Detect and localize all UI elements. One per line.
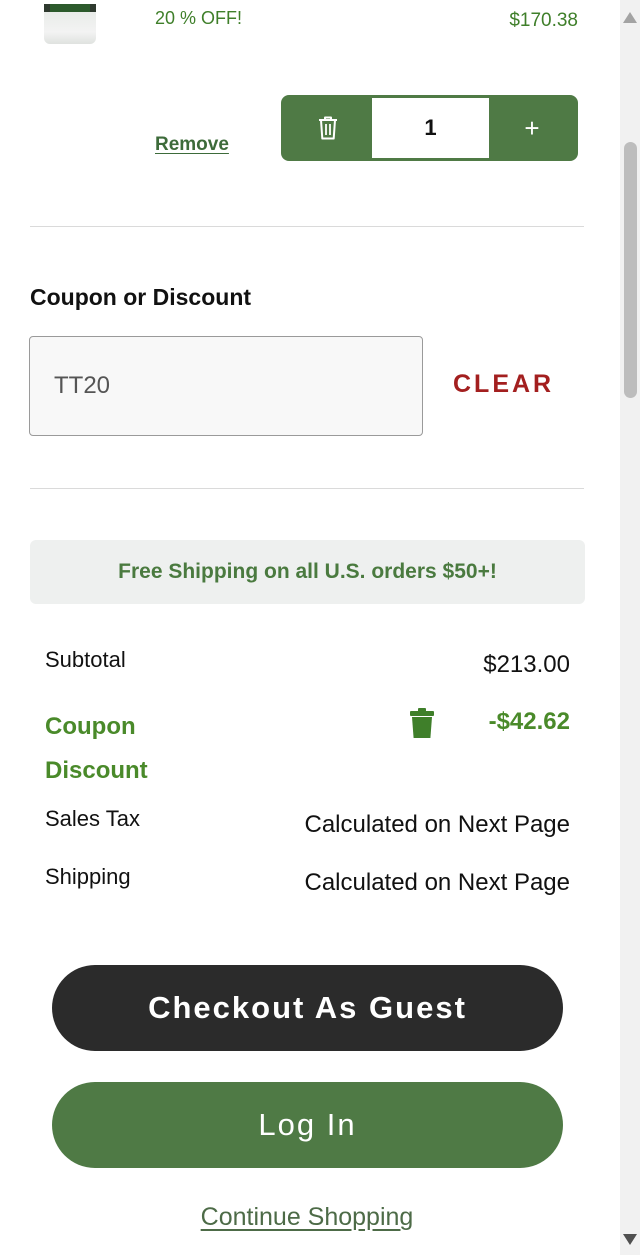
sales-tax-label: Sales Tax (45, 806, 140, 831)
checkout-as-guest-button[interactable]: Checkout As Guest (52, 965, 563, 1051)
item-discount-note: 20 % OFF! (155, 8, 243, 28)
scroll-up-arrow-icon[interactable] (623, 12, 637, 23)
item-price: $170.38 (509, 10, 578, 31)
coupon-discount-value: -$42.62 (488, 708, 570, 735)
subtotal-label: Subtotal (45, 647, 126, 672)
quantity-increase-button[interactable]: + (489, 98, 575, 158)
subtotal-value: $213.00 (483, 651, 570, 678)
shipping-value: Calculated on Next Page (304, 869, 571, 896)
trash-icon (319, 116, 337, 140)
quantity-stepper: 1 + (281, 95, 578, 161)
coupon-discount-label: Coupon Discount (45, 713, 148, 784)
free-shipping-text: Free Shipping on all U.S. orders $50+! (118, 560, 497, 583)
sales-tax-value: Calculated on Next Page (304, 811, 571, 838)
remove-item-link[interactable]: Remove (155, 134, 229, 156)
coupon-heading: Coupon or Discount (30, 284, 252, 310)
divider (30, 226, 584, 227)
continue-shopping-link[interactable]: Continue Shopping (0, 1203, 614, 1232)
shipping-label: Shipping (45, 864, 131, 889)
free-shipping-banner: Free Shipping on all U.S. orders $50+! (30, 540, 585, 604)
scrollbar-thumb[interactable] (624, 142, 637, 398)
scrollbar[interactable] (620, 0, 640, 1255)
quantity-value[interactable]: 1 (372, 98, 489, 158)
scroll-down-arrow-icon[interactable] (623, 1234, 637, 1245)
coupon-input[interactable] (29, 336, 423, 436)
log-in-button[interactable]: Log In (52, 1082, 563, 1168)
divider (30, 488, 584, 489)
product-thumbnail (44, 0, 96, 44)
remove-coupon-button[interactable] (410, 708, 434, 743)
trash-can-solid-icon (410, 708, 434, 738)
quantity-delete-button[interactable] (284, 98, 372, 158)
clear-coupon-button[interactable]: CLEAR (453, 370, 554, 399)
